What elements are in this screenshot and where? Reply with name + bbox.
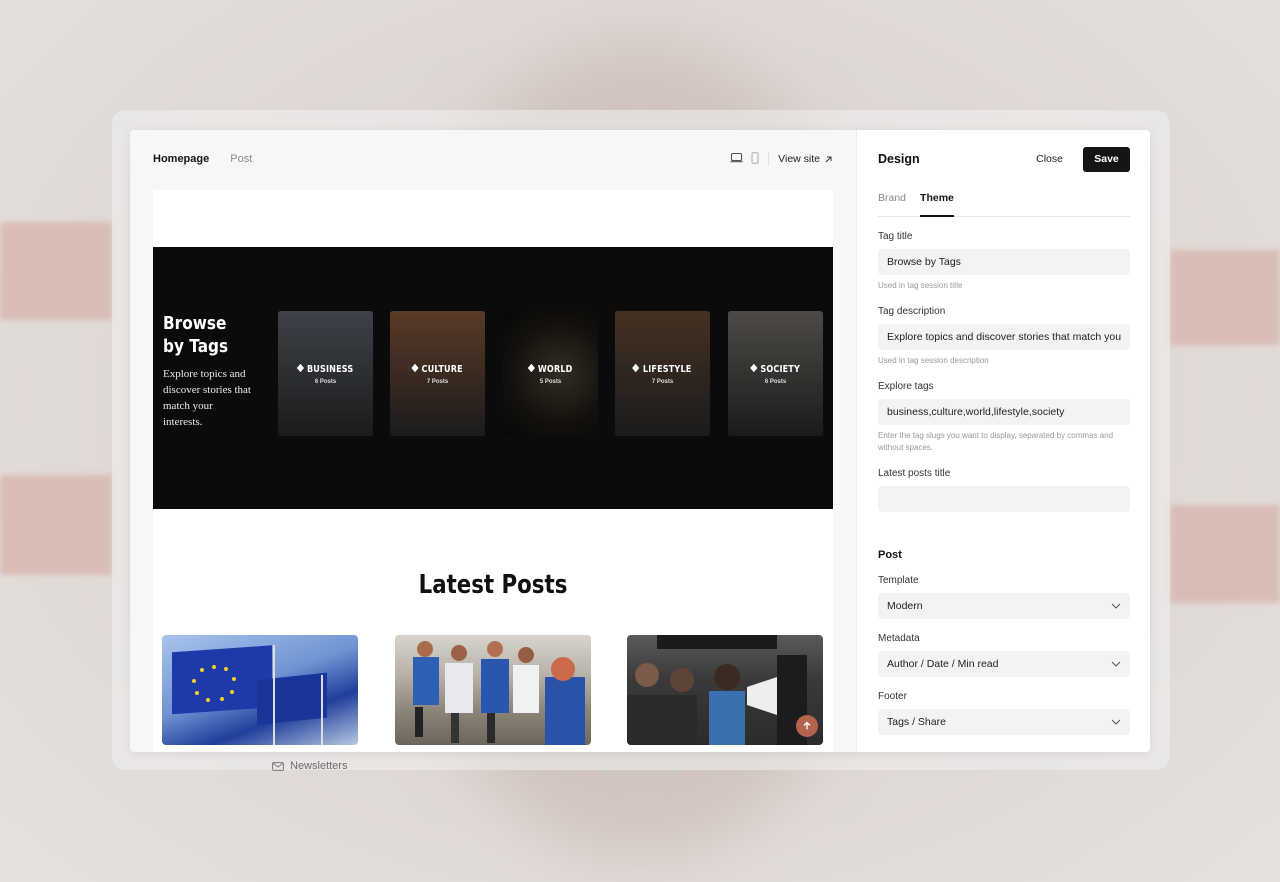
close-button[interactable]: Close <box>1036 153 1063 165</box>
diamond-icon <box>411 363 419 373</box>
explore-tags-label: Explore tags <box>878 381 934 392</box>
tag-card-culture[interactable]: CULTURE 7 Posts <box>390 311 485 436</box>
tab-homepage[interactable]: Homepage <box>153 153 209 165</box>
panel-title: Design <box>878 152 920 166</box>
tag-card-world[interactable]: WORLD 5 Posts <box>503 311 598 436</box>
tag-post-count: 6 Posts <box>764 379 787 385</box>
site-preview: Homepage Post View site Browse by Tags E <box>130 130 856 752</box>
tags-description: Explore topics and discover stories that… <box>163 368 251 428</box>
tab-theme[interactable]: Theme <box>920 191 954 217</box>
protest-illustration <box>627 635 807 745</box>
diamond-icon <box>296 363 304 373</box>
save-button[interactable]: Save <box>1083 146 1130 172</box>
diamond-icon <box>749 363 758 373</box>
view-site-link[interactable]: View site <box>778 153 833 165</box>
tag-card-business[interactable]: BUSINESS 6 Posts <box>278 311 373 436</box>
chevron-down-icon <box>1111 603 1121 609</box>
preview-toolbar: Homepage Post View site <box>130 130 856 188</box>
background-band <box>0 222 112 320</box>
tag-card-label: LIFESTYLE <box>622 363 703 375</box>
latest-posts-title-label: Latest posts title <box>878 468 951 479</box>
background-band <box>1170 505 1280 603</box>
desktop-icon[interactable] <box>730 152 743 166</box>
chevron-down-icon <box>1111 661 1121 667</box>
newsletters-label: Newsletters <box>290 760 348 772</box>
panel-header: Design Close Save <box>878 130 1130 188</box>
tag-post-count: 7 Posts <box>651 379 674 385</box>
post-image-protest[interactable] <box>627 635 823 745</box>
tag-card-label: BUSINESS <box>285 363 366 375</box>
tag-post-count: 7 Posts <box>426 379 449 385</box>
tag-card-society[interactable]: SOCIETY 6 Posts <box>728 311 823 436</box>
tag-title-help: Used in tag session title <box>878 281 963 290</box>
metadata-label: Metadata <box>878 633 920 644</box>
toolbar-divider <box>768 152 770 166</box>
preview-tools: View site <box>722 151 833 167</box>
panel-tabs: Brand Theme <box>878 191 1130 217</box>
tag-description-label: Tag description <box>878 306 946 317</box>
latest-posts-title: Latest Posts <box>418 570 568 600</box>
tag-title-label: Tag title <box>878 231 913 242</box>
preview-canvas: Browse by Tags Explore topics and discov… <box>153 190 833 752</box>
view-site-label: View site <box>778 153 820 165</box>
background-band <box>0 475 112 575</box>
tab-brand[interactable]: Brand <box>878 191 906 216</box>
runners-illustration <box>413 641 585 745</box>
tab-post[interactable]: Post <box>230 153 252 165</box>
post-image-marathon[interactable] <box>395 635 591 745</box>
metadata-select[interactable]: Author / Date / Min read <box>878 651 1130 677</box>
tag-description-input[interactable] <box>878 324 1130 350</box>
mail-icon <box>272 761 284 771</box>
post-image-eu-flags[interactable] <box>162 635 358 745</box>
tag-card-label: WORLD <box>510 363 591 375</box>
tag-name: WORLD <box>537 364 573 375</box>
tag-post-count: 5 Posts <box>539 379 562 385</box>
latest-posts-title-input[interactable] <box>878 486 1130 512</box>
flag-illustration <box>172 645 327 745</box>
browse-tags-section: Browse by Tags Explore topics and discov… <box>153 247 833 509</box>
explore-tags-help: Enter the tag slugs you want to display,… <box>878 431 1114 452</box>
newsletters-link[interactable]: Newsletters <box>272 760 347 772</box>
footer-value: Tags / Share <box>887 716 946 728</box>
tag-name: LIFESTYLE <box>642 364 692 375</box>
tags-title: Browse by Tags <box>163 313 229 357</box>
tag-card-label: SOCIETY <box>735 363 816 375</box>
design-settings-window: Homepage Post View site Browse by Tags E <box>130 130 1150 752</box>
template-select[interactable]: Modern <box>878 593 1130 619</box>
explore-tags-input[interactable] <box>878 399 1130 425</box>
post-section-title: Post <box>878 549 902 561</box>
chevron-down-icon <box>1111 719 1121 725</box>
arrow-up-right-icon <box>825 156 832 162</box>
tag-name: CULTURE <box>421 364 463 375</box>
diamond-icon <box>527 363 535 373</box>
scroll-to-top-button[interactable] <box>796 715 818 737</box>
diamond-icon <box>632 363 640 373</box>
tag-card-lifestyle[interactable]: LIFESTYLE 7 Posts <box>615 311 710 436</box>
tag-post-count: 6 Posts <box>314 379 337 385</box>
background-band <box>1170 250 1280 345</box>
tag-name: SOCIETY <box>760 364 801 375</box>
arrow-up-icon <box>803 721 811 730</box>
footer-label: Footer <box>878 691 907 702</box>
template-value: Modern <box>887 600 923 612</box>
metadata-value: Author / Date / Min read <box>887 658 999 670</box>
tag-description-help: Used in tag session description <box>878 356 989 365</box>
mobile-icon[interactable] <box>751 151 759 167</box>
template-label: Template <box>878 575 919 586</box>
footer-select[interactable]: Tags / Share <box>878 709 1130 735</box>
tag-card-label: CULTURE <box>397 363 478 375</box>
tag-title-input[interactable] <box>878 249 1130 275</box>
tag-name: BUSINESS <box>306 364 354 375</box>
design-panel: Design Close Save Brand Theme Tag title … <box>856 130 1150 752</box>
